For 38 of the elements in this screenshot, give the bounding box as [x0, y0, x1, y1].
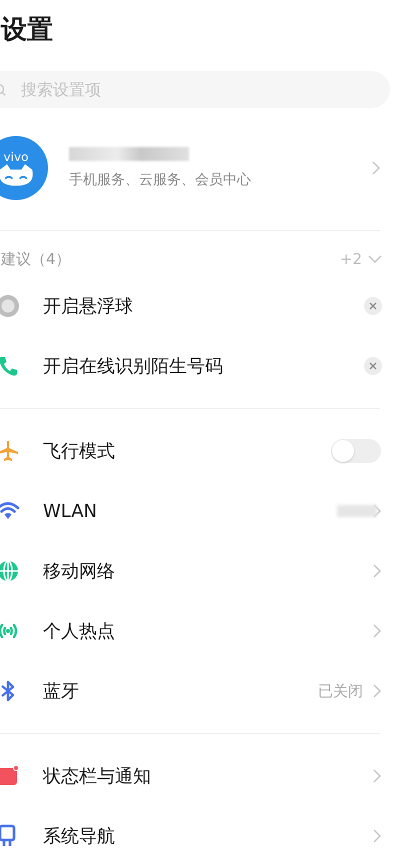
- avatar: vivo: [0, 136, 48, 200]
- page-title: 设置: [1, 14, 54, 47]
- chevron-icon: [373, 769, 381, 783]
- chevron-icon: [373, 624, 381, 638]
- row-label: 状态栏与通知: [43, 765, 152, 788]
- chevron-down-icon: [368, 255, 382, 263]
- row-label: 移动网络: [43, 560, 116, 583]
- chevron-icon: [373, 504, 381, 518]
- settings-row[interactable]: 状态栏与通知: [0, 746, 402, 806]
- row-label: 开启在线识别陌生号码: [43, 355, 224, 378]
- globe-icon: [0, 559, 20, 583]
- settings-row[interactable]: 系统导航: [0, 806, 402, 860]
- settings-row[interactable]: 飞行模式: [0, 421, 402, 481]
- phone-icon: [0, 354, 20, 378]
- airplane-icon: [0, 439, 20, 463]
- settings-row[interactable]: WLAN: [0, 481, 402, 541]
- account-subtitle: 手机服务、云服务、会员中心: [69, 171, 252, 189]
- row-label: 个人热点: [43, 620, 116, 643]
- row-label: 开启悬浮球: [43, 295, 134, 318]
- row-label: 系统导航: [43, 825, 116, 848]
- suggestion-row[interactable]: 开启悬浮球: [0, 276, 402, 336]
- close-icon[interactable]: [364, 357, 382, 375]
- suggestion-row[interactable]: 开启在线识别陌生号码: [0, 336, 402, 396]
- row-label: 飞行模式: [43, 440, 116, 463]
- chevron-icon: [372, 161, 380, 175]
- row-value: 已关闭: [318, 682, 363, 700]
- row-label: WLAN: [43, 500, 98, 522]
- notification-icon: [0, 764, 20, 788]
- toggle-switch[interactable]: [331, 439, 381, 463]
- chevron-icon: [373, 684, 381, 698]
- row-label: 蓝牙: [43, 680, 80, 703]
- settings-row[interactable]: 蓝牙 已关闭: [0, 661, 402, 721]
- chevron-icon: [373, 829, 381, 843]
- settings-row[interactable]: 个人热点: [0, 601, 402, 661]
- close-icon[interactable]: [364, 297, 382, 315]
- section-label: 建议（4）: [1, 250, 71, 268]
- settings-row[interactable]: 移动网络: [0, 541, 402, 601]
- chevron-icon: [373, 564, 381, 578]
